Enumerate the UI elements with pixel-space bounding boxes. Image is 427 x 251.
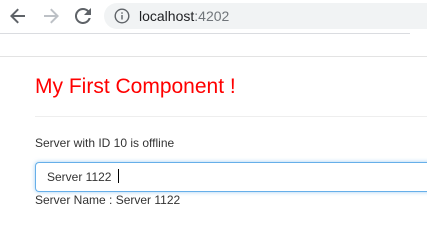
url-text: localhost:4202: [139, 8, 229, 24]
server-name-line: Server Name : Server 1122: [35, 193, 180, 207]
arrow-right-icon: [44, 8, 59, 24]
url-host: localhost: [139, 8, 195, 24]
forward-button[interactable]: [40, 5, 62, 27]
browser-toolbar: localhost:4202: [0, 0, 427, 32]
page-title: My First Component !: [35, 75, 236, 98]
reload-button[interactable]: [72, 5, 94, 27]
back-button[interactable]: [7, 5, 29, 27]
address-bar[interactable]: localhost:4202: [104, 3, 427, 29]
server-status-text: Server with ID 10 is offline: [35, 136, 175, 150]
server-name-value: Server 1122: [115, 193, 181, 207]
info-icon[interactable]: [114, 8, 130, 24]
content-divider: [35, 116, 427, 117]
page-top-border: [0, 56, 427, 57]
url-port: :4202: [194, 8, 230, 24]
server-name-label: Server Name :: [35, 193, 116, 207]
reload-icon: [75, 8, 91, 24]
text-caret: [118, 169, 119, 183]
arrow-left-icon: [10, 8, 25, 24]
server-name-input[interactable]: [35, 162, 427, 192]
toolbar-divider: [0, 33, 410, 34]
